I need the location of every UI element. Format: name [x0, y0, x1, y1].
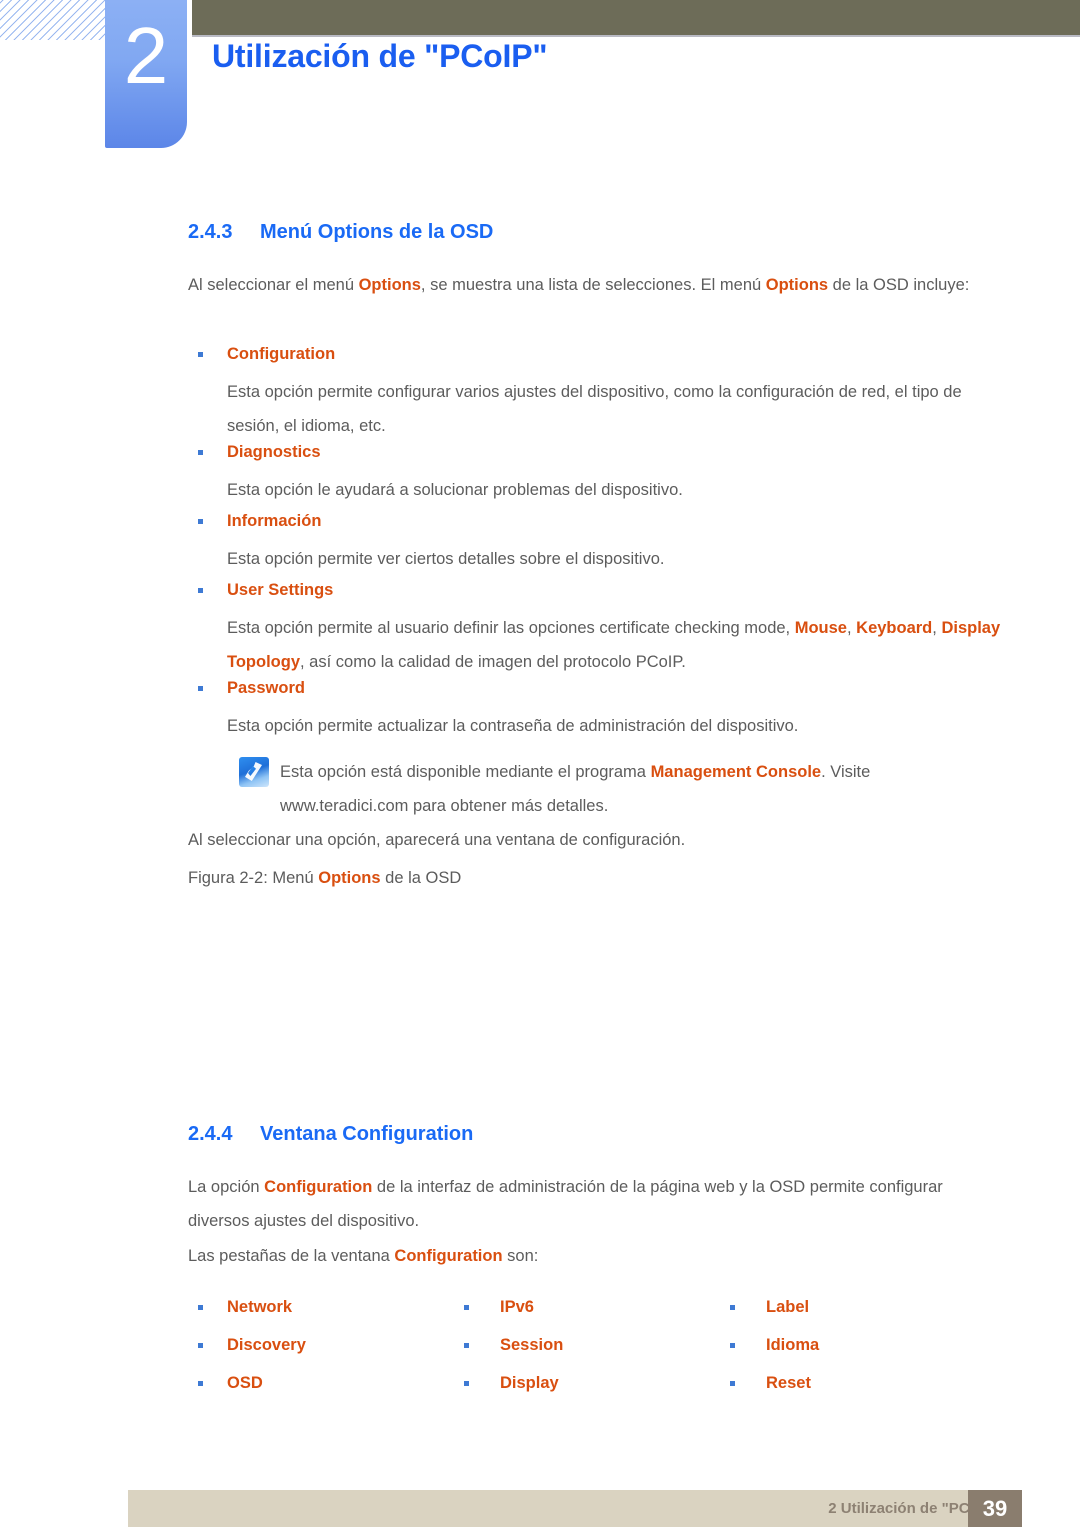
user-settings-text-a: Esta opción permite al usuario definir l…: [227, 619, 795, 637]
user-settings-highlight-keyboard: Keyboard: [856, 619, 933, 637]
bullet-dot-user-settings: [198, 588, 203, 593]
bullet-desc-informacion: Esta opción permite ver ciertos detalles…: [227, 550, 665, 568]
intro-text-c: de la OSD incluye:: [828, 276, 970, 294]
intro-paragraph: Al seleccionar el menú Options, se muest…: [188, 268, 1000, 302]
bullet-label-configuration: Configuration: [227, 345, 336, 363]
tab-bullet-dot-ipv6: [464, 1305, 469, 1310]
tab-bullet-dot-discovery: [198, 1343, 203, 1348]
s244-p1-highlight-configuration: Configuration: [264, 1178, 373, 1196]
bullet-dot-informacion: [198, 519, 203, 524]
chapter-title: Utilización de "PCoIP": [212, 38, 548, 74]
user-settings-highlight-mouse: Mouse: [794, 619, 847, 637]
user-settings-text-d: , así como la calidad de imagen del prot…: [300, 653, 686, 671]
section-number-244: 2.4.4: [188, 1123, 233, 1145]
intro-text-b: , se muestra una lista de selecciones. E…: [420, 276, 766, 294]
s244-p2-highlight-configuration: Configuration: [394, 1247, 503, 1265]
note-pen-icon: [239, 757, 269, 787]
chapter-number-tab: 2: [105, 0, 187, 148]
s244-p2-b: son:: [502, 1247, 539, 1265]
bullet-desc-configuration: Esta opción permite configurar varios aj…: [227, 383, 962, 435]
tab-label-reset: Reset: [766, 1374, 811, 1392]
figure-caption-highlight-options: Options: [318, 869, 381, 887]
figure-caption: Figura 2-2: Menú Options de la OSD: [188, 861, 1000, 895]
figure-caption-a: Figura 2-2: Menú: [188, 869, 319, 887]
section-244-paragraph-2: Las pestañas de la ventana Configuration…: [188, 1239, 1000, 1273]
tab-label-ipv6: IPv6: [500, 1298, 534, 1316]
section-number-243: 2.4.3: [188, 221, 233, 243]
bullet-desc-password: Esta opción permite actualizar la contra…: [227, 717, 799, 735]
tab-label-osd: OSD: [227, 1374, 263, 1392]
tab-label-discovery: Discovery: [227, 1336, 306, 1354]
tab-label-idioma: Idioma: [766, 1336, 820, 1354]
after-note-paragraph: Al seleccionar una opción, aparecerá una…: [188, 831, 686, 849]
tab-bullet-dot-label: [730, 1305, 735, 1310]
tab-label-display: Display: [500, 1374, 559, 1392]
figure-caption-b: de la OSD: [380, 869, 462, 887]
bullet-dot-diagnostics: [198, 450, 203, 455]
user-settings-text-b: ,: [846, 619, 857, 637]
tab-bullet-dot-idioma: [730, 1343, 735, 1348]
note-text: Esta opción está disponible mediante el …: [280, 755, 980, 823]
tab-bullet-dot-network: [198, 1305, 203, 1310]
decorative-hatch-pattern: [0, 0, 108, 40]
note-highlight-management-console: Management Console: [650, 763, 822, 781]
s244-p2-a: Las pestañas de la ventana: [188, 1247, 395, 1265]
s244-p1-a: La opción: [188, 1178, 265, 1196]
section-heading-244: 2.4.4 Ventana Configuration: [188, 1123, 473, 1146]
header-olive-bar-underline: [192, 35, 1080, 37]
bullet-label-diagnostics: Diagnostics: [227, 443, 321, 461]
footer-page-number: 39: [968, 1490, 1022, 1527]
chapter-number: 2: [123, 11, 169, 100]
intro-text-a: Al seleccionar el menú: [188, 276, 359, 294]
tab-label-label: Label: [766, 1298, 810, 1316]
bullet-dot-configuration: [198, 352, 203, 357]
section-title-244: Ventana Configuration: [260, 1123, 474, 1145]
bullet-desc-diagnostics: Esta opción le ayudará a solucionar prob…: [227, 481, 683, 499]
section-244-paragraph-1: La opción Configuration de la interfaz d…: [188, 1170, 1000, 1238]
section-heading-243: 2.4.3 Menú Options de la OSD: [188, 221, 493, 244]
note-text-a: Esta opción está disponible mediante el …: [280, 763, 651, 781]
section-title-243: Menú Options de la OSD: [260, 221, 494, 243]
header-olive-bar: [192, 0, 1080, 35]
bullet-desc-user-settings: Esta opción permite al usuario definir l…: [227, 611, 1002, 679]
bullet-dot-password: [198, 686, 203, 691]
bullet-label-informacion: Información: [227, 512, 322, 530]
bullet-label-user-settings: User Settings: [227, 581, 334, 599]
intro-highlight-options-2: Options: [765, 276, 829, 294]
bullet-label-password: Password: [227, 679, 305, 697]
tab-label-session: Session: [500, 1336, 564, 1354]
intro-highlight-options-1: Options: [358, 276, 421, 294]
tab-label-network: Network: [227, 1298, 293, 1316]
tab-bullet-dot-reset: [730, 1381, 735, 1386]
tab-bullet-dot-osd: [198, 1381, 203, 1386]
page-header: 2 Utilización de "PCoIP": [0, 0, 1080, 160]
tab-bullet-dot-display: [464, 1381, 469, 1386]
tab-bullet-dot-session: [464, 1343, 469, 1348]
